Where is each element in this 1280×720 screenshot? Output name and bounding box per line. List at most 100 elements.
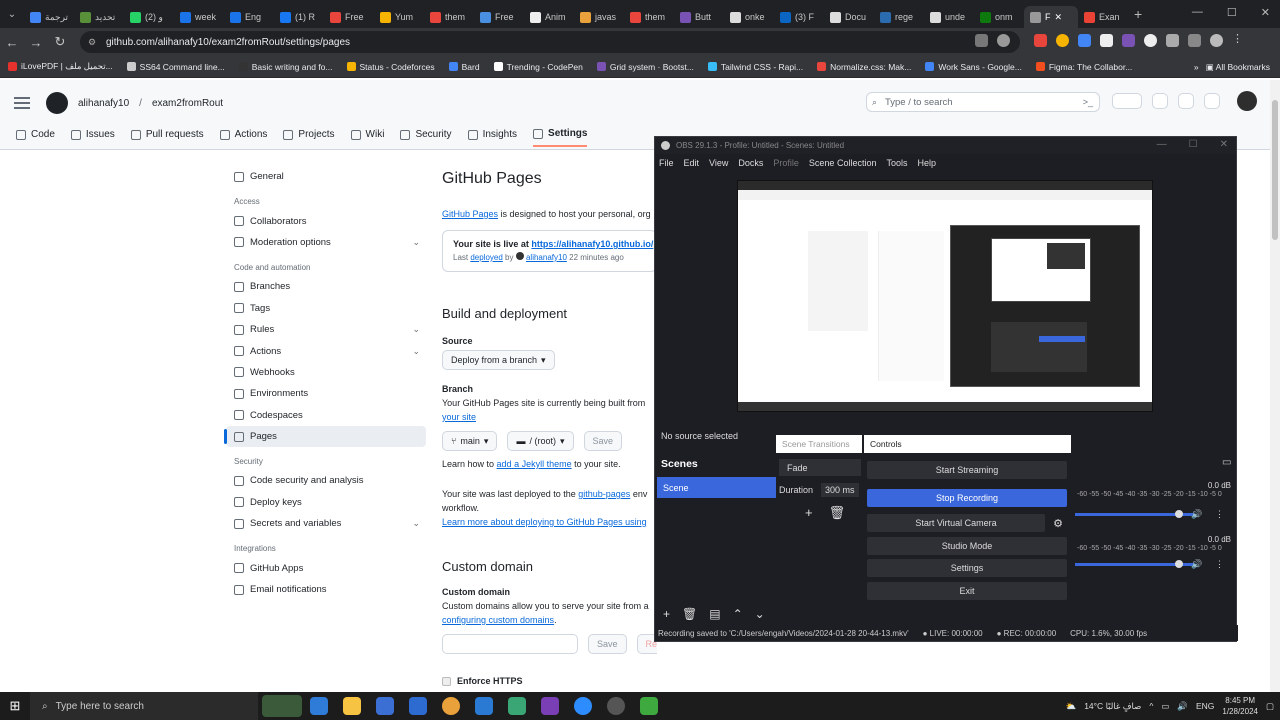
obs-menu-file[interactable]: File [659, 158, 674, 168]
settings-button[interactable]: Settings [867, 559, 1067, 577]
volume-icon-2[interactable]: 🔊 [1191, 559, 1202, 570]
remove-transition-icon[interactable]: 🗑 [829, 505, 846, 521]
sidebar-item-tags[interactable]: Tags [226, 298, 426, 319]
github-pages-link[interactable]: GitHub Pages [442, 209, 498, 219]
extension-red-icon[interactable] [1034, 34, 1047, 47]
weather-text[interactable]: 14°C صافٍ غالبًا [1084, 701, 1141, 712]
obs-taskbar-icon[interactable] [607, 697, 625, 715]
sidebar-item-pages[interactable]: Pages [224, 425, 426, 448]
gitkraken-icon[interactable] [508, 697, 526, 715]
browser-tab[interactable]: Anim [524, 6, 574, 28]
browser-tab[interactable]: (1) R [274, 6, 324, 28]
move-down-icon[interactable]: ⌄ [755, 607, 765, 621]
save-domain-button[interactable]: Save [588, 634, 627, 654]
bookmark-item[interactable]: Work Sans - Google... [925, 61, 1022, 72]
add-scene-icon[interactable]: + [663, 607, 670, 621]
browser-tab[interactable]: onm [974, 6, 1024, 28]
menu-icon[interactable] [14, 97, 30, 109]
repo-tab-settings[interactable]: Settings [533, 128, 588, 147]
tab-search-icon[interactable]: ⌄ [0, 9, 24, 20]
file-explorer-icon[interactable] [343, 697, 361, 715]
learn-more-link[interactable]: Learn more about deploying to GitHub Pag… [442, 517, 647, 527]
repo-tab-code[interactable]: Code [16, 128, 55, 147]
chevron-down-icon[interactable]: ⌄ [412, 237, 420, 248]
camtasia-icon[interactable] [640, 697, 658, 715]
mixer-slider-1[interactable]: 🔊 ⋮ [1071, 509, 1235, 521]
extension-pen-icon[interactable] [1122, 34, 1135, 47]
zoom-icon[interactable] [574, 697, 592, 715]
obs-menu-scene-collection[interactable]: Scene Collection [809, 158, 877, 168]
repo-tab-insights[interactable]: Insights [467, 128, 517, 147]
obs-preview[interactable] [737, 180, 1153, 412]
new-tab-button[interactable]: + [1134, 6, 1142, 22]
dock-expand-icon[interactable]: ▭ [1222, 457, 1231, 468]
scene-filter-icon[interactable]: ▤ [709, 607, 720, 621]
repo-tab-wiki[interactable]: Wiki [350, 128, 384, 147]
browser-tab[interactable]: them [624, 6, 674, 28]
tab-close-icon[interactable]: ✕ [1055, 12, 1063, 23]
browser-tab[interactable]: Free [324, 6, 374, 28]
repo-tab-projects[interactable]: Projects [283, 128, 335, 147]
minimize-icon[interactable]: — [1192, 6, 1203, 19]
browser-tab[interactable]: (2) و [124, 6, 174, 28]
issues-icon[interactable] [1152, 93, 1168, 109]
obs-menu-profile[interactable]: Profile [773, 158, 799, 168]
profile-icon[interactable] [1210, 34, 1223, 47]
weather-icon[interactable]: ⛅ [1066, 701, 1077, 712]
github-search-input[interactable]: ⌕ Type / to search >_ [866, 92, 1100, 112]
obs-menu-tools[interactable]: Tools [886, 158, 907, 168]
bookmark-item[interactable]: Basic writing and fo... [238, 61, 333, 72]
user-avatar[interactable] [1237, 91, 1257, 111]
sidebar-item-actions[interactable]: Actions ⌄ [226, 340, 426, 361]
jekyll-link[interactable]: add a Jekyll theme [497, 459, 572, 469]
side-panel-icon[interactable] [1188, 34, 1201, 47]
remove-scene-icon[interactable]: 🗑 [682, 607, 697, 621]
browser-tab[interactable]: تحديد [74, 6, 124, 28]
browser-tab[interactable]: Eng [224, 6, 274, 28]
bookmark-item[interactable]: Normalize.css: Mak... [817, 61, 911, 72]
sidebar-item-secrets-and-variables[interactable]: Secrets and variables ⌄ [226, 513, 426, 534]
sidebar-item-webhooks[interactable]: Webhooks [226, 362, 426, 383]
virtual-camera-settings-icon[interactable]: ⚙ [1049, 517, 1067, 535]
branch-select[interactable]: ⑂ main ▾ [442, 431, 498, 451]
sidebar-item-email-notifications[interactable]: Email notifications [226, 579, 426, 600]
network-icon[interactable]: ▭ [1161, 701, 1169, 712]
notifications-icon[interactable]: ▢ [1266, 701, 1274, 712]
obs-close-icon[interactable]: ✕ [1220, 139, 1228, 150]
url-input[interactable]: ⚙ github.com/alihanafy10/exam2fromRout/s… [80, 31, 1020, 53]
repo-tab-actions[interactable]: Actions [219, 128, 267, 147]
obs-menu-view[interactable]: View [709, 158, 728, 168]
vscode-icon[interactable] [475, 697, 493, 715]
obs-maximize-icon[interactable]: ☐ [1189, 139, 1198, 150]
browser-tab[interactable]: F ✕ [1024, 6, 1078, 28]
configuring-domains-link[interactable]: configuring custom domains [442, 615, 554, 625]
all-bookmarks[interactable]: » ▣ All Bookmarks [1194, 62, 1270, 73]
language-indicator[interactable]: ENG [1196, 701, 1214, 711]
browser-tab[interactable]: Yum [374, 6, 424, 28]
clock[interactable]: 8:45 PM 1/28/2024 [1222, 695, 1258, 717]
extension-white-icon[interactable] [1100, 34, 1113, 47]
sidebar-item-general[interactable]: General [226, 166, 426, 187]
start-virtual-camera-button[interactable]: Start Virtual Camera [867, 514, 1045, 532]
sidebar-item-environments[interactable]: Environments [226, 383, 426, 404]
repo-tab-security[interactable]: Security [400, 128, 452, 147]
browser-tab[interactable]: Exan [1078, 6, 1128, 28]
bookmark-item[interactable]: Trending - CodePen [493, 61, 583, 72]
bookmark-item[interactable]: Bard [448, 61, 480, 72]
inbox-icon[interactable] [1204, 93, 1220, 109]
browser-tab[interactable]: Free [474, 6, 524, 28]
create-new-icon[interactable] [1112, 93, 1142, 109]
live-url-link[interactable]: https://alihanafy10.github.io/ [531, 239, 653, 249]
obs-menu-help[interactable]: Help [917, 158, 936, 168]
browser-tab[interactable]: (3) F [774, 6, 824, 28]
mixer-slider-2[interactable]: 🔊 ⋮ [1071, 559, 1235, 571]
sidebar-item-rules[interactable]: Rules ⌄ [226, 319, 426, 340]
back-icon[interactable]: ← [0, 35, 24, 50]
maximize-icon[interactable]: ☐ [1227, 6, 1237, 19]
your-site-link[interactable]: your site [442, 412, 476, 422]
sidebar-item-codespaces[interactable]: Codespaces [226, 405, 426, 426]
menu-dots-icon[interactable]: ⋮ [1232, 34, 1245, 47]
github-logo-icon[interactable] [46, 92, 68, 114]
command-palette-icon[interactable]: >_ [1083, 97, 1093, 107]
sidebar-item-moderation-options[interactable]: Moderation options ⌄ [226, 232, 426, 253]
